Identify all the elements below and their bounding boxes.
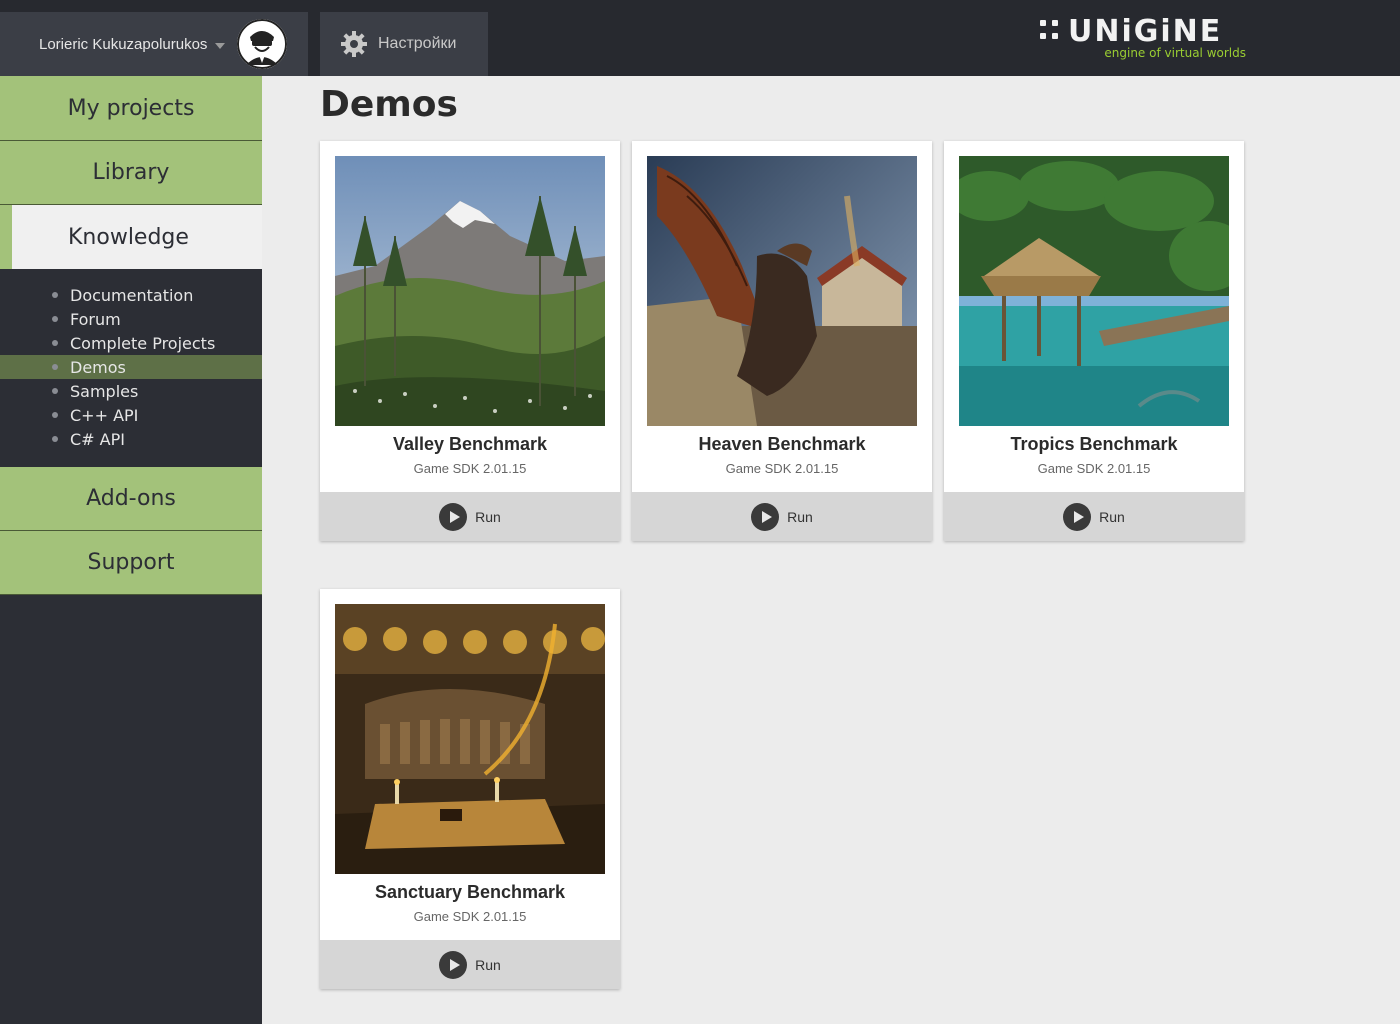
logo-dots	[1038, 20, 1064, 42]
bullet-icon	[52, 412, 58, 418]
demo-thumbnail[interactable]	[335, 156, 605, 426]
submenu-label: Forum	[70, 309, 121, 329]
demo-title: Tropics Benchmark	[1010, 434, 1178, 454]
demo-subtitle: Game SDK 2.01.15	[725, 461, 839, 476]
nav-support-label: Support	[87, 550, 175, 575]
sanctuary-image	[335, 604, 605, 874]
bullet-icon	[52, 316, 58, 322]
submenu-item-documentation[interactable]: Documentation	[0, 283, 262, 307]
submenu-item-forum[interactable]: Forum	[0, 307, 262, 331]
submenu-item-demos[interactable]: Demos	[0, 355, 262, 379]
logo-word: UNiGiNE	[1068, 14, 1223, 49]
demo-subtitle: Game SDK 2.01.15	[413, 461, 527, 476]
submenu-label: Complete Projects	[70, 333, 216, 353]
run-button[interactable]: Run	[320, 492, 620, 541]
user-name: Lorieric Kukuzapolurukos	[39, 35, 208, 53]
play-icon	[1063, 502, 1092, 531]
nav-my-projects-label: My projects	[67, 95, 195, 121]
tropics-image	[959, 156, 1229, 426]
nav-library-label: Library	[92, 160, 170, 185]
page-title: Demos	[320, 84, 458, 125]
submenu-label: Samples	[70, 381, 139, 401]
nav-knowledge-label: Knowledge	[68, 224, 189, 250]
submenu-label: C# API	[70, 429, 125, 449]
nav-my-projects[interactable]: My projects	[0, 76, 262, 141]
avatar[interactable]	[237, 19, 287, 69]
nav-library[interactable]: Library	[0, 141, 262, 205]
settings-label: Настройки	[378, 35, 457, 52]
run-label: Run	[475, 956, 501, 973]
run-button[interactable]: Run	[632, 492, 932, 541]
valley-image	[335, 156, 605, 426]
run-label: Run	[1099, 508, 1125, 525]
demo-thumbnail[interactable]	[959, 156, 1229, 426]
run-label: Run	[787, 508, 813, 525]
demo-card-sanctuary: Sanctuary Benchmark Game SDK 2.01.15 Run	[320, 589, 620, 989]
sidebar: My projects Library Knowledge Documentat…	[0, 76, 262, 1024]
nav-knowledge[interactable]: Knowledge	[0, 205, 262, 269]
logo-tagline: engine of virtual worlds	[1104, 46, 1246, 60]
run-button[interactable]: Run	[944, 492, 1244, 541]
nav-addons-label: Add-ons	[86, 486, 176, 511]
demo-subtitle: Game SDK 2.01.15	[413, 909, 527, 924]
nav-support[interactable]: Support	[0, 531, 262, 595]
demo-card-valley: Valley Benchmark Game SDK 2.01.15 Run	[320, 141, 620, 541]
demo-subtitle: Game SDK 2.01.15	[1037, 461, 1151, 476]
knowledge-submenu: Documentation Forum Complete Projects De…	[0, 269, 262, 467]
submenu-item-csharp-api[interactable]: C# API	[0, 427, 262, 451]
bullet-icon	[52, 388, 58, 394]
chevron-down-icon[interactable]	[215, 42, 226, 49]
demo-title: Sanctuary Benchmark	[374, 882, 566, 902]
bullet-icon	[52, 292, 58, 298]
settings-button[interactable]: Настройки	[320, 12, 488, 76]
demo-thumbnail[interactable]	[647, 156, 917, 426]
heaven-image	[647, 156, 917, 426]
play-icon	[751, 502, 780, 531]
submenu-item-cpp-api[interactable]: C++ API	[0, 403, 262, 427]
bullet-icon	[52, 436, 58, 442]
demo-title: Heaven Benchmark	[698, 434, 866, 454]
bullet-icon	[52, 364, 58, 370]
demo-title: Valley Benchmark	[392, 434, 548, 454]
nav-addons[interactable]: Add-ons	[0, 467, 262, 531]
submenu-label: C++ API	[70, 405, 139, 425]
top-bar: Lorieric Kukuzapolurukos Настройки UNiGi…	[0, 0, 1400, 76]
submenu-label: Documentation	[70, 285, 194, 305]
play-icon	[439, 950, 468, 979]
submenu-item-complete-projects[interactable]: Complete Projects	[0, 331, 262, 355]
avatar-icon	[237, 19, 287, 69]
demo-card-tropics: Tropics Benchmark Game SDK 2.01.15 Run	[944, 141, 1244, 541]
run-button[interactable]: Run	[320, 940, 620, 989]
submenu-label: Demos	[70, 357, 126, 377]
demo-card-heaven: Heaven Benchmark Game SDK 2.01.15 Run	[632, 141, 932, 541]
bullet-icon	[52, 340, 58, 346]
unigine-logo: UNiGiNE engine of virtual worlds	[1038, 14, 1248, 64]
user-menu[interactable]: Lorieric Kukuzapolurukos	[0, 12, 308, 76]
demo-thumbnail[interactable]	[335, 604, 605, 874]
play-icon	[439, 502, 468, 531]
submenu-item-samples[interactable]: Samples	[0, 379, 262, 403]
run-label: Run	[475, 508, 501, 525]
gear-icon	[341, 31, 367, 57]
